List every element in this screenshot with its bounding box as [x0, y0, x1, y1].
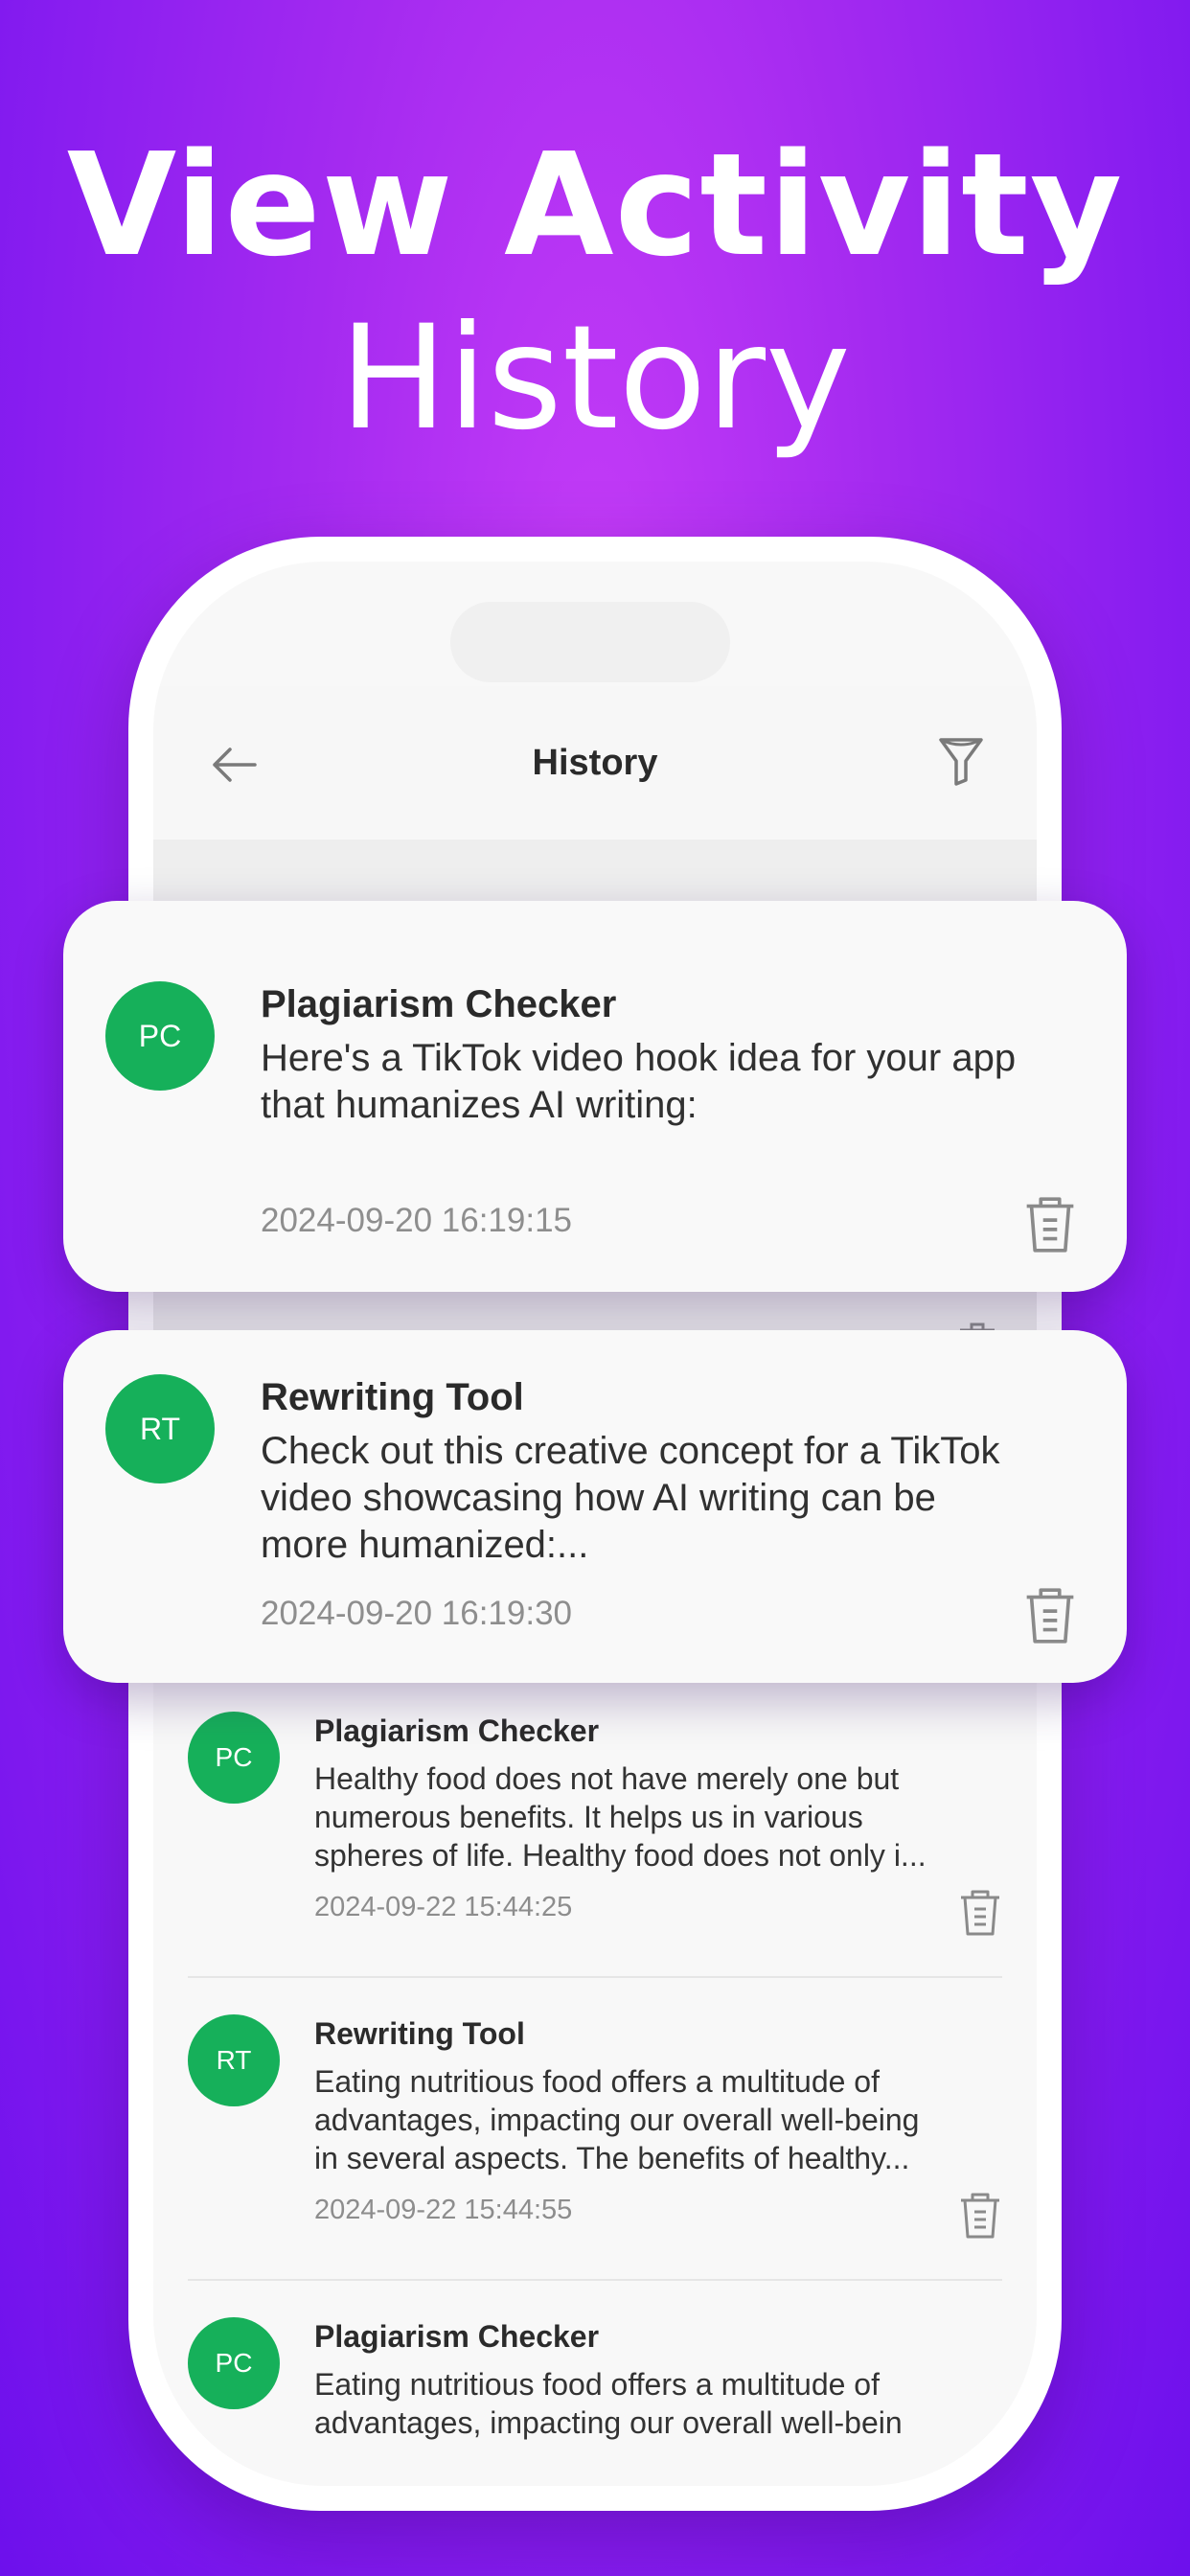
filter-icon[interactable]: [937, 734, 985, 788]
item-description: Healthy food does not have merely one bu…: [314, 1761, 927, 1873]
avatar: PC: [105, 981, 215, 1091]
history-list: PC Plagiarism Checker Healthy food does …: [188, 1673, 1002, 2486]
avatar: RT: [188, 2014, 280, 2106]
item-description: Here's a TikTok video hook idea for your…: [261, 1037, 1017, 1126]
trash-icon[interactable]: [958, 1888, 1002, 1938]
featured-card-rewriting[interactable]: RT Rewriting Tool Check out this creativ…: [63, 1330, 1127, 1683]
headline-title: View Activity: [66, 123, 1124, 288]
avatar: PC: [188, 2317, 280, 2409]
tool-name: Plagiarism Checker: [314, 2319, 600, 2354]
trash-icon[interactable]: [1023, 1194, 1077, 1255]
featured-card-plagiarism[interactable]: PC Plagiarism Checker Here's a TikTok vi…: [63, 901, 1127, 1292]
item-date: 2024-09-20 16:19:15: [261, 1202, 572, 1239]
item-date: 2024-09-22 15:44:25: [314, 1892, 573, 1922]
tool-name: Rewriting Tool: [314, 2016, 525, 2051]
item-date: 2024-09-22 15:44:55: [314, 2195, 573, 2225]
list-item[interactable]: PC Plagiarism Checker Healthy food does …: [188, 1673, 1002, 1976]
avatar: RT: [105, 1374, 215, 1484]
tool-name: Rewriting Tool: [261, 1376, 524, 1418]
trash-icon[interactable]: [1023, 1585, 1077, 1646]
headline-subtitle: History: [339, 295, 851, 462]
page-title: History: [532, 742, 658, 783]
tool-name: Plagiarism Checker: [314, 1714, 600, 1748]
avatar: PC: [188, 1712, 280, 1804]
item-description: Eating nutritious food offers a multitud…: [314, 2367, 903, 2440]
tool-name: Plagiarism Checker: [261, 983, 617, 1025]
app-header: History: [153, 686, 1037, 840]
list-item[interactable]: PC Plagiarism Checker Eating nutritious …: [188, 2279, 1002, 2486]
dynamic-island: [450, 602, 730, 682]
item-date: 2024-09-20 16:19:30: [261, 1595, 572, 1632]
item-description: Check out this creative concept for a Ti…: [261, 1430, 1000, 1566]
arrow-left-icon[interactable]: [209, 740, 259, 790]
item-description: Eating nutritious food offers a multitud…: [314, 2064, 920, 2175]
trash-icon[interactable]: [958, 2191, 1002, 2241]
list-item[interactable]: RT Rewriting Tool Eating nutritious food…: [188, 1976, 1002, 2279]
